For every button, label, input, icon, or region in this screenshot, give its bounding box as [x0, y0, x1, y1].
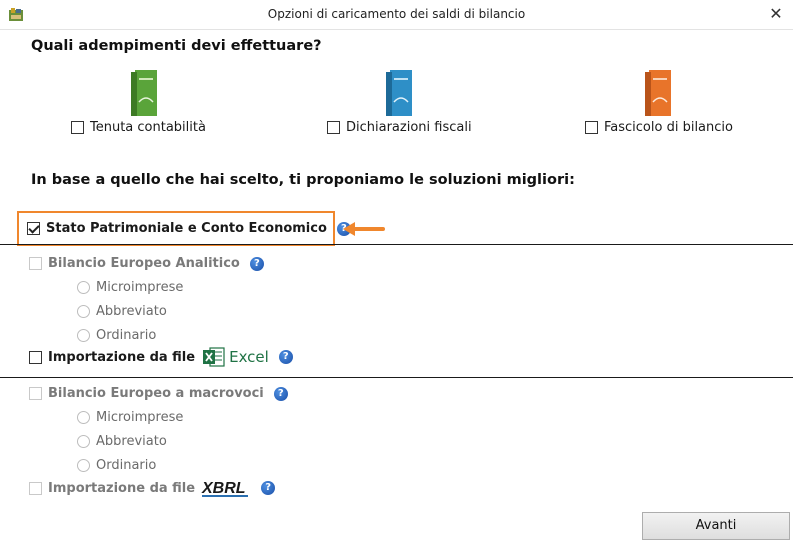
checkbox-disabled[interactable] [29, 257, 42, 270]
next-button[interactable]: Avanti [642, 512, 790, 540]
radio-macrovoci-microimprese[interactable]: Microimprese [77, 410, 183, 425]
checkbox-label: Tenuta contabilità [90, 120, 206, 135]
blue-product-box-icon [386, 70, 412, 116]
radio-label: Microimprese [96, 280, 184, 295]
arrow-left-icon [343, 222, 385, 236]
radio-button[interactable] [77, 411, 90, 424]
window-title: Opzioni di caricamento dei saldi di bila… [267, 7, 526, 21]
checkbox-disabled[interactable] [29, 387, 42, 400]
help-icon[interactable]: ? [249, 256, 264, 271]
orange-product-box-icon [645, 70, 671, 116]
xbrl-logo-text: XBRL [201, 480, 246, 497]
checkbox-dichiarazioni-fiscali[interactable]: Dichiarazioni fiscali [327, 120, 472, 135]
radio-analitico-ordinario[interactable]: Ordinario [77, 328, 156, 343]
product-dichiarazioni-fiscali: Dichiarazioni fiscali [327, 68, 527, 140]
excel-logo-text: Excel [229, 348, 269, 366]
checkbox-box[interactable] [71, 121, 84, 134]
option-bilancio-analitico[interactable]: Bilancio Europeo Analitico ? [29, 256, 264, 271]
excel-logo: Excel [203, 346, 269, 368]
radio-button[interactable] [77, 459, 90, 472]
radio-label: Abbreviato [96, 434, 167, 449]
close-button[interactable]: ✕ [763, 2, 789, 26]
radio-label: Microimprese [96, 410, 184, 425]
checkbox-tenuta-contabilita[interactable]: Tenuta contabilità [71, 120, 206, 135]
checkbox-checked[interactable] [27, 222, 40, 235]
option-import-xbrl[interactable]: Importazione da file XBRL ? [29, 478, 276, 498]
help-icon[interactable]: ? [261, 481, 276, 495]
product-tenuta-contabilita: Tenuta contabilità [71, 68, 271, 140]
option-bilancio-macrovoci[interactable]: Bilancio Europeo a macrovoci ? [29, 386, 288, 401]
radio-macrovoci-abbreviato[interactable]: Abbreviato [77, 434, 167, 449]
checkbox-label: Fascicolo di bilancio [604, 120, 733, 135]
radio-button[interactable] [77, 305, 90, 318]
checkbox-fascicolo-bilancio[interactable]: Fascicolo di bilancio [585, 120, 733, 135]
option-label: Stato Patrimoniale e Conto Economico [46, 221, 327, 236]
option-label: Importazione da file [48, 349, 196, 365]
product-fascicolo-bilancio: Fascicolo di bilancio [585, 68, 785, 140]
question-heading: Quali adempimenti devi effettuare? [31, 38, 322, 54]
checkbox-disabled[interactable] [29, 481, 42, 495]
close-icon: ✕ [769, 4, 783, 23]
option-import-excel[interactable]: Importazione da file Excel ? [29, 346, 293, 368]
excel-icon [203, 347, 225, 367]
radio-button[interactable] [77, 281, 90, 294]
radio-button[interactable] [77, 435, 90, 448]
option-label: Importazione da file [48, 480, 196, 496]
option-label: Bilancio Europeo a macrovoci [48, 386, 264, 401]
green-product-box-icon [131, 70, 157, 116]
radio-label: Abbreviato [96, 304, 167, 319]
option-stato-patrimoniale[interactable]: Stato Patrimoniale e Conto Economico ? [27, 221, 351, 236]
separator [0, 377, 793, 378]
checkbox-box[interactable] [585, 121, 598, 134]
radio-analitico-abbreviato[interactable]: Abbreviato [77, 304, 167, 319]
title-bar: Opzioni di caricamento dei saldi di bila… [0, 0, 793, 30]
option-label: Bilancio Europeo Analitico [48, 256, 240, 271]
checkbox-label: Dichiarazioni fiscali [346, 120, 472, 135]
radio-macrovoci-ordinario[interactable]: Ordinario [77, 458, 156, 473]
separator [0, 244, 793, 245]
help-icon[interactable]: ? [273, 386, 288, 401]
suggestion-heading: In base a quello che hai scelto, ti prop… [31, 172, 575, 188]
checkbox-box[interactable] [29, 350, 42, 364]
radio-label: Ordinario [96, 328, 157, 343]
radio-analitico-microimprese[interactable]: Microimprese [77, 280, 183, 295]
radio-label: Ordinario [96, 458, 157, 473]
checkbox-box[interactable] [327, 121, 340, 134]
radio-button[interactable] [77, 329, 90, 342]
xbrl-logo: XBRL [201, 480, 249, 497]
help-icon[interactable]: ? [278, 350, 293, 364]
